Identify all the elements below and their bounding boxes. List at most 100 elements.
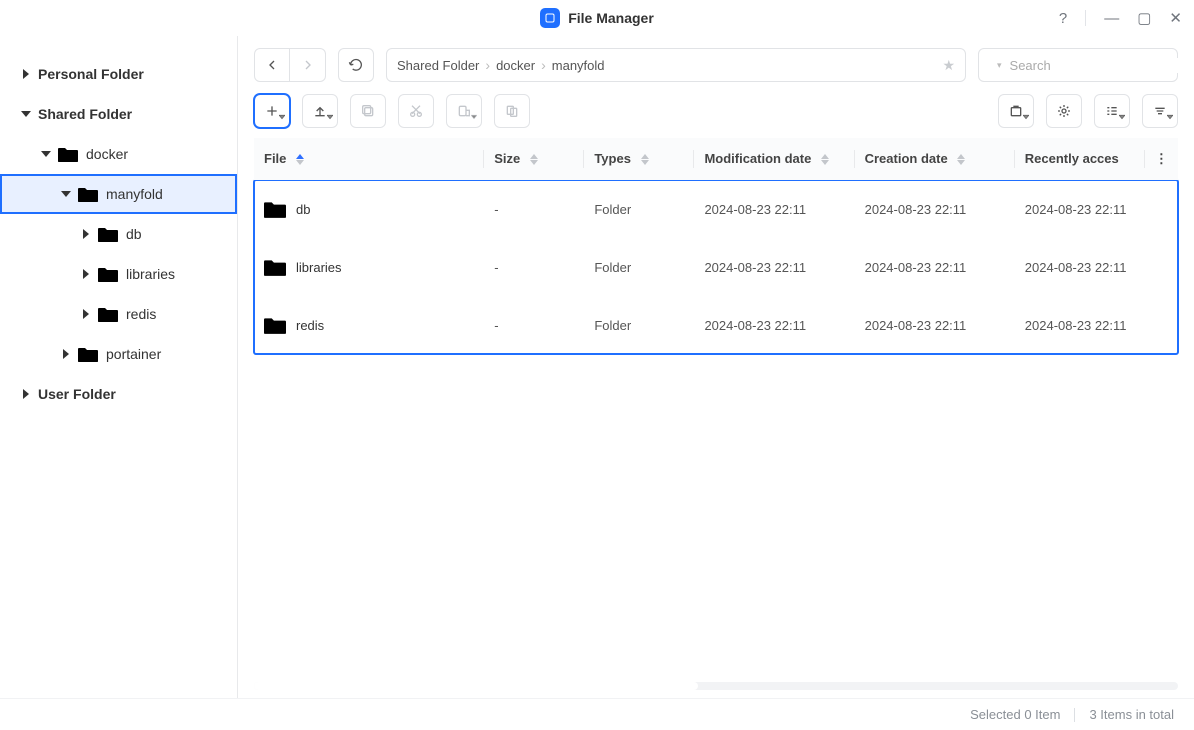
view-mode-button[interactable] [1094,94,1130,128]
divider [1085,10,1086,26]
caret-right-icon[interactable] [18,69,34,79]
cell-accessed: 2024-08-23 22:11 [1015,238,1178,296]
content-pane: Shared Folder › docker › manyfold ★ ▾ [238,36,1194,698]
sort-icon [957,154,965,165]
caret-right-icon[interactable] [18,389,34,399]
col-types[interactable]: Types [584,138,694,180]
col-label: Modification date [704,151,811,166]
cell-type: Folder [584,180,694,238]
status-selected: Selected 0 Item [970,707,1060,722]
col-label: Creation date [865,151,948,166]
table-row[interactable]: libraries - Folder 2024-08-23 22:11 2024… [254,238,1178,296]
tree-portainer[interactable]: portainer [0,334,237,374]
topbar: Shared Folder › docker › manyfold ★ ▾ [238,36,1194,94]
search-input[interactable] [1010,58,1186,73]
caret-right-icon[interactable] [78,309,94,319]
archive-button[interactable] [998,94,1034,128]
tree-docker[interactable]: docker [0,134,237,174]
app-icon [540,8,560,28]
col-size[interactable]: Size [484,138,584,180]
folder-icon [98,225,118,243]
favorite-star-icon[interactable]: ★ [942,57,955,74]
caret-down-icon[interactable] [38,149,54,159]
chevron-right-icon: › [485,57,490,73]
file-rows-highlighted: db - Folder 2024-08-23 22:11 2024-08-23 … [254,180,1178,354]
breadcrumb-item[interactable]: Shared Folder [397,58,479,73]
maximize-button[interactable]: ▢ [1137,9,1151,27]
help-button[interactable]: ? [1059,10,1067,27]
tree-manyfold[interactable]: manyfold [0,174,237,214]
file-table-wrap: File Size Types Modification date [238,138,1194,678]
divider [1074,708,1075,722]
duplicate-button[interactable] [494,94,530,128]
folder-icon [264,199,286,219]
folder-icon [98,305,118,323]
tree-libraries[interactable]: libraries [0,254,237,294]
caret-right-icon[interactable] [58,349,74,359]
caret-down-icon[interactable] [58,189,74,199]
tree-db[interactable]: db [0,214,237,254]
col-file[interactable]: File [254,138,484,180]
col-label: Size [494,151,520,166]
tree-shared-folder[interactable]: Shared Folder [0,94,237,134]
copy-button[interactable] [350,94,386,128]
dropdown-caret-icon [279,107,285,123]
minimize-button[interactable]: — [1104,10,1119,27]
folder-icon [264,257,286,277]
nav-back-button[interactable] [254,48,290,82]
tree-user-folder[interactable]: User Folder [0,374,237,414]
cell-created: 2024-08-23 22:11 [855,238,1015,296]
tree-personal-folder[interactable]: Personal Folder [0,54,237,94]
cell-size: - [484,180,584,238]
cell-created: 2024-08-23 22:11 [855,180,1015,238]
breadcrumb-item[interactable]: docker [496,58,535,73]
new-button[interactable] [254,94,290,128]
settings-button[interactable] [1046,94,1082,128]
col-creation[interactable]: Creation date [855,138,1015,180]
table-row[interactable]: db - Folder 2024-08-23 22:11 2024-08-23 … [254,180,1178,238]
sort-icon [296,154,304,165]
col-label: File [264,151,286,166]
breadcrumb-item[interactable]: manyfold [552,58,605,73]
tree-label: User Folder [38,386,116,402]
cut-button[interactable] [398,94,434,128]
search-dropdown-icon[interactable]: ▾ [997,60,1002,71]
tree-label: db [126,226,142,242]
dropdown-caret-icon [1023,107,1029,123]
breadcrumb[interactable]: Shared Folder › docker › manyfold ★ [386,48,966,82]
sort-icon [530,154,538,165]
caret-right-icon[interactable] [78,269,94,279]
cell-size: - [484,296,584,354]
scrollbar-thumb[interactable] [254,682,698,690]
tree-redis[interactable]: redis [0,294,237,334]
horizontal-scrollbar[interactable] [254,682,1178,690]
caret-down-icon[interactable] [18,109,34,119]
col-accessed[interactable]: Recently acces [1015,138,1145,180]
caret-right-icon[interactable] [78,229,94,239]
nav-forward-button[interactable] [290,48,326,82]
file-name: redis [296,318,324,333]
col-modification[interactable]: Modification date [694,138,854,180]
sort-button[interactable] [1142,94,1178,128]
refresh-button[interactable] [338,48,374,82]
dropdown-caret-icon [471,107,477,123]
chevron-right-icon: › [541,57,546,73]
paste-button[interactable] [446,94,482,128]
sort-icon [641,154,649,165]
titlebar: File Manager ? — ▢ ✕ [0,0,1194,36]
table-row[interactable]: redis - Folder 2024-08-23 22:11 2024-08-… [254,296,1178,354]
sidebar: Personal Folder Shared Folder docker man… [0,36,238,698]
close-button[interactable]: ✕ [1169,9,1182,27]
search-box[interactable]: ▾ [978,48,1178,82]
cell-mod: 2024-08-23 22:11 [694,296,854,354]
tree-label: redis [126,306,156,322]
cell-type: Folder [584,238,694,296]
column-menu-button[interactable]: ⋮ [1145,138,1178,180]
action-toolbar [238,94,1194,138]
cell-accessed: 2024-08-23 22:11 [1015,180,1178,238]
file-name: db [296,202,310,217]
statusbar: Selected 0 Item 3 Items in total [0,698,1194,730]
upload-button[interactable] [302,94,338,128]
cell-mod: 2024-08-23 22:11 [694,180,854,238]
cell-accessed: 2024-08-23 22:11 [1015,296,1178,354]
